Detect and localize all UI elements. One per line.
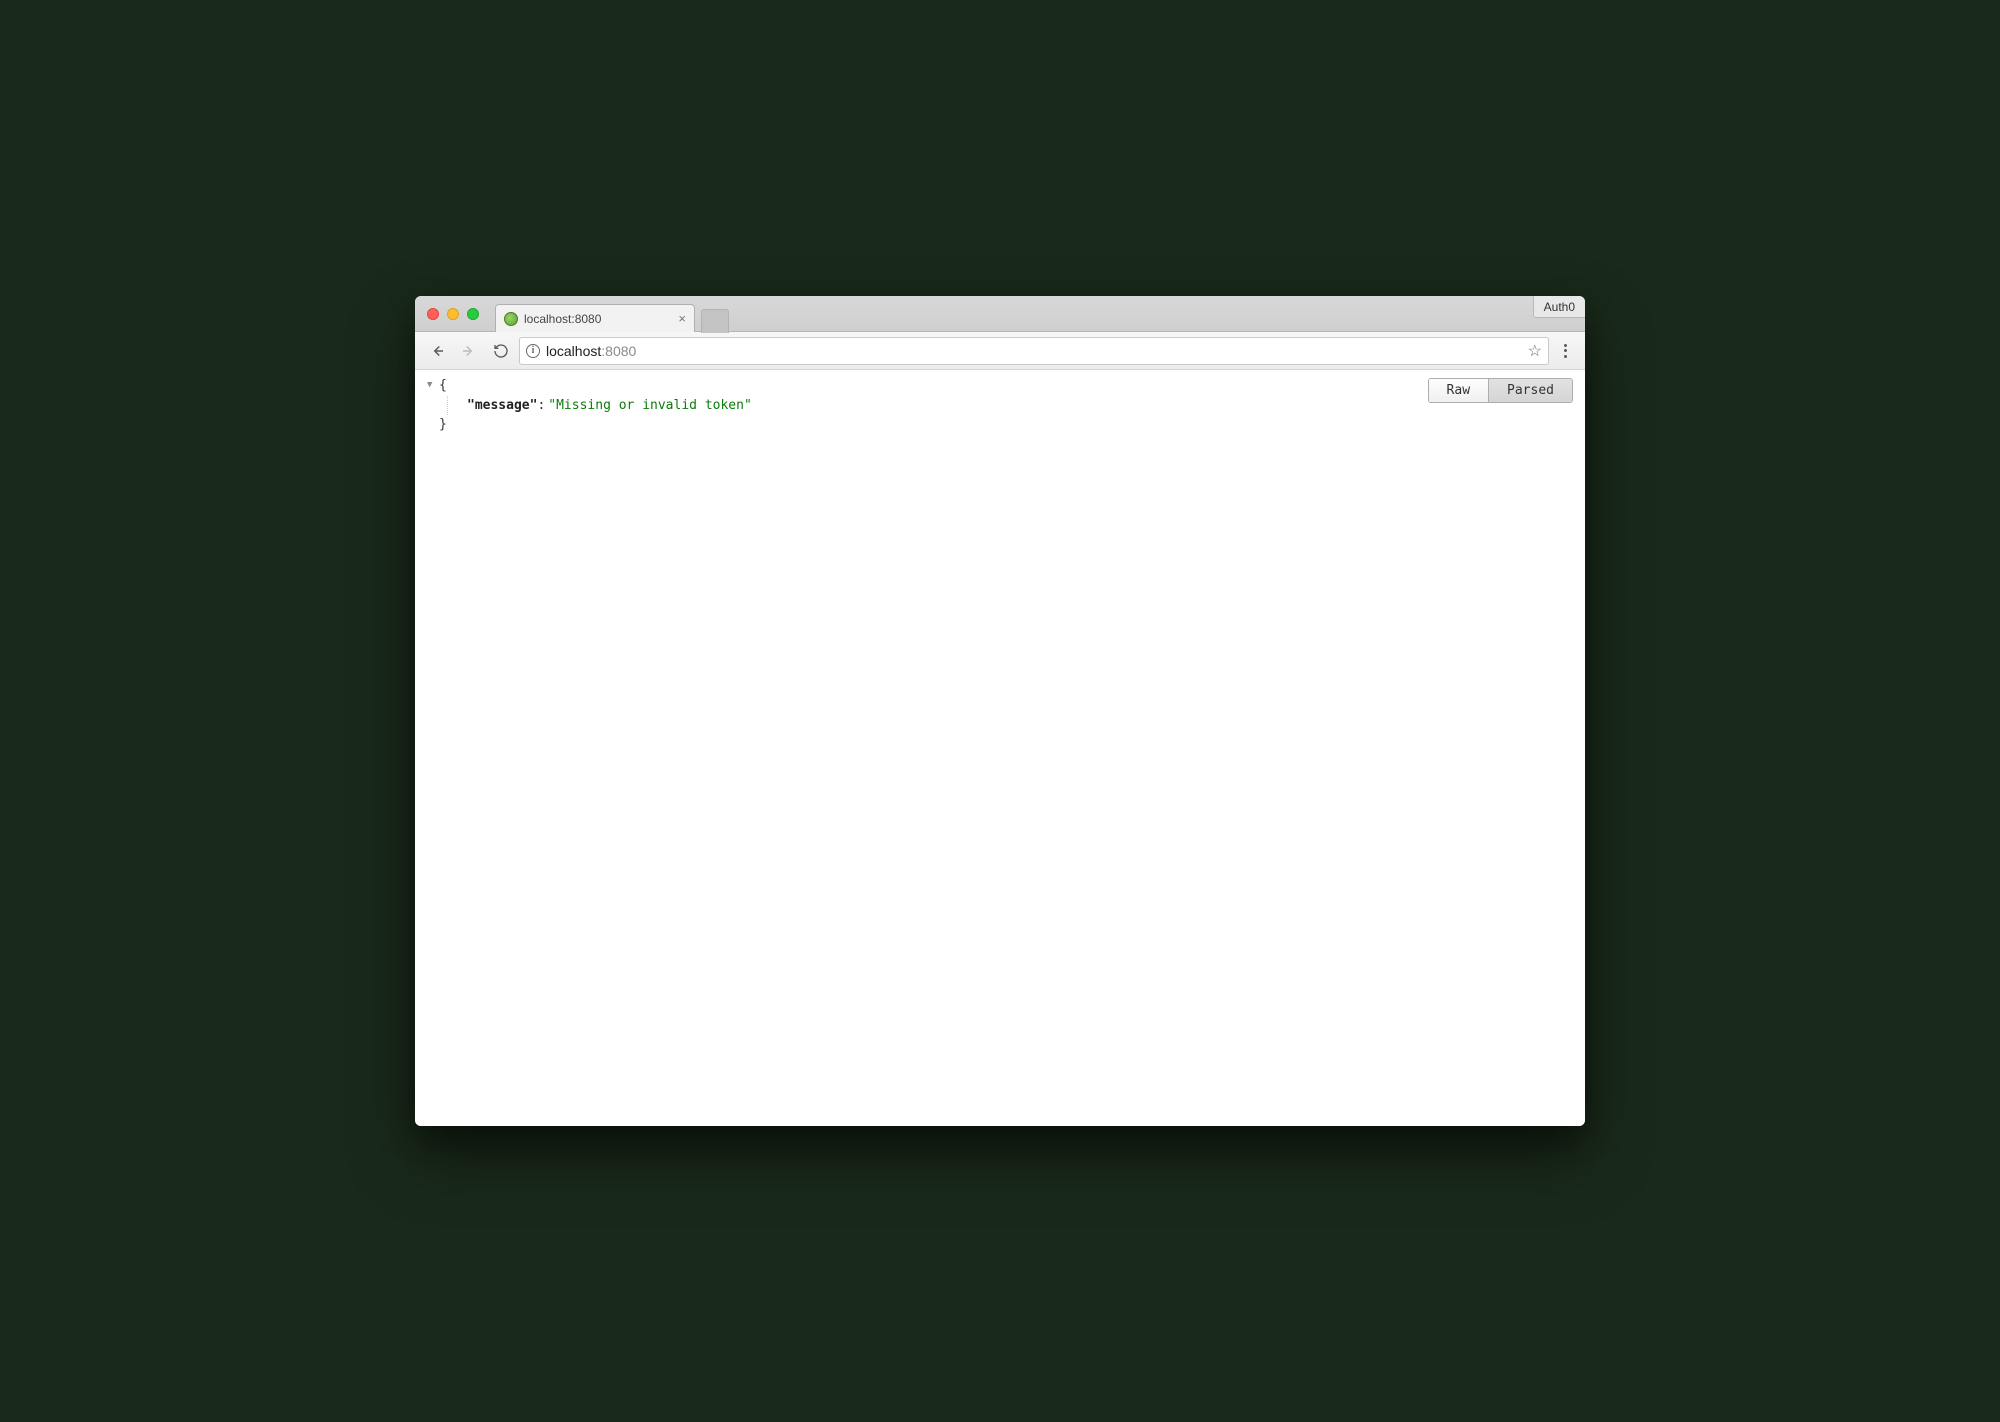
url-port: :8080 xyxy=(601,343,636,359)
json-string-value: "Missing or invalid token" xyxy=(548,396,752,416)
json-close-line: } xyxy=(427,415,1577,435)
forward-button[interactable] xyxy=(455,337,483,365)
url-host: localhost xyxy=(546,343,601,359)
window-close-button[interactable] xyxy=(427,308,439,320)
window-controls xyxy=(415,296,491,331)
tab-title: localhost:8080 xyxy=(524,312,672,326)
json-property-line: "message": "Missing or invalid token" xyxy=(427,396,1577,416)
bookmark-star-icon[interactable]: ☆ xyxy=(1528,341,1542,361)
favicon-icon xyxy=(504,312,518,326)
profile-badge[interactable]: Auth0 xyxy=(1533,296,1585,318)
json-key: "message" xyxy=(467,396,537,416)
tab-close-button[interactable]: × xyxy=(678,311,686,326)
json-open-line[interactable]: ▼ { xyxy=(427,376,1577,396)
new-tab-button[interactable] xyxy=(701,309,729,333)
window-minimize-button[interactable] xyxy=(447,308,459,320)
browser-toolbar: i localhost:8080 ☆ xyxy=(415,332,1585,370)
raw-view-button[interactable]: Raw xyxy=(1429,379,1488,402)
disclosure-triangle-icon[interactable]: ▼ xyxy=(427,379,439,393)
url-text: localhost:8080 xyxy=(546,343,1522,359)
page-content: Raw Parsed ▼ { "message": "Missing or in… xyxy=(415,370,1585,1126)
address-bar[interactable]: i localhost:8080 ☆ xyxy=(519,337,1549,365)
json-close-brace: } xyxy=(439,415,447,435)
json-colon: : xyxy=(537,396,545,416)
reload-button[interactable] xyxy=(487,337,515,365)
json-open-brace: { xyxy=(439,376,447,396)
profile-badge-label: Auth0 xyxy=(1544,300,1575,314)
site-info-icon[interactable]: i xyxy=(526,344,540,358)
json-view-toggle: Raw Parsed xyxy=(1428,378,1573,403)
browser-tab[interactable]: localhost:8080 × xyxy=(495,304,695,332)
window-maximize-button[interactable] xyxy=(467,308,479,320)
parsed-view-button[interactable]: Parsed xyxy=(1488,379,1572,402)
tab-strip: localhost:8080 × Auth0 xyxy=(415,296,1585,332)
browser-menu-button[interactable] xyxy=(1553,338,1577,364)
json-tree: ▼ { "message": "Missing or invalid token… xyxy=(423,376,1577,435)
browser-window: localhost:8080 × Auth0 i localhost:8080 … xyxy=(415,296,1585,1126)
back-button[interactable] xyxy=(423,337,451,365)
